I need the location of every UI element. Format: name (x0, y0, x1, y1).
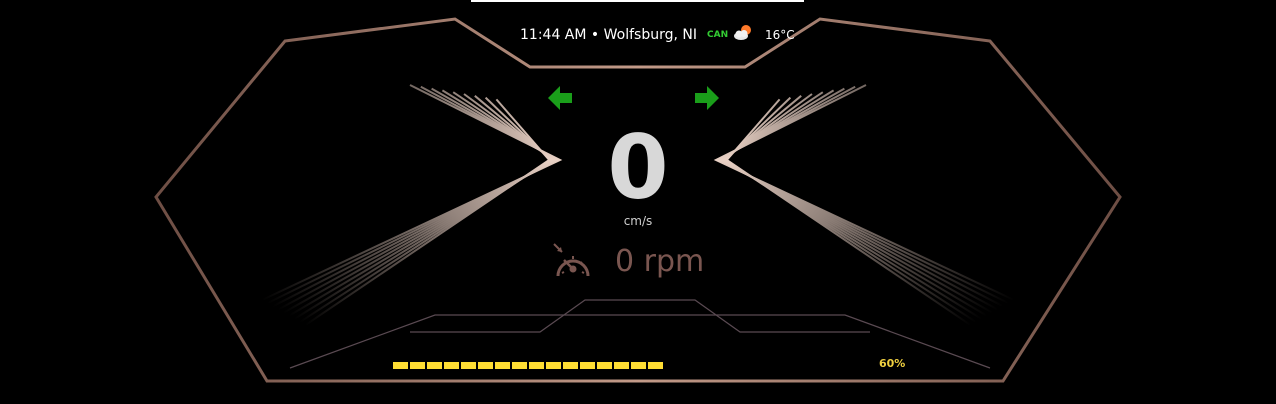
battery-segment (614, 362, 629, 369)
battery-segment (512, 362, 527, 369)
battery-segment (427, 362, 442, 369)
clock-time: 11:44 AM (520, 27, 587, 43)
battery-segment (631, 362, 646, 369)
battery-segment (563, 362, 578, 369)
location-text: Wolfsburg, NI (603, 27, 697, 43)
battery-segment (461, 362, 476, 369)
battery-segment (444, 362, 459, 369)
battery-segment (393, 362, 408, 369)
speed-value: 0 (607, 116, 669, 219)
battery-segment (410, 362, 425, 369)
separator-dot: • (590, 27, 600, 43)
battery-segment (546, 362, 561, 369)
battery-percentage: 60% (879, 357, 906, 370)
left-turn-arrow-icon (548, 86, 572, 110)
battery-segment (580, 362, 595, 369)
partly-cloudy-icon (734, 25, 751, 40)
clock-location: 11:44 AM • Wolfsburg, NI (520, 27, 697, 43)
temperature: 16°C (765, 28, 795, 42)
battery-segment (478, 362, 493, 369)
speedometer-icon (553, 243, 590, 277)
speed-unit: cm/s (623, 214, 653, 228)
rpm-value: 0 rpm (615, 244, 705, 279)
can-status: CAN (707, 30, 729, 40)
battery-segment (648, 362, 663, 369)
battery-segment (597, 362, 612, 369)
battery-segment (495, 362, 510, 369)
right-turn-arrow-icon (695, 86, 719, 110)
instrument-cluster: 11:44 AM • Wolfsburg, NI CAN 16°C 0 cm/s… (0, 0, 1276, 404)
status-bar: 11:44 AM • Wolfsburg, NI CAN 16°C (0, 25, 1276, 47)
battery-segment (529, 362, 544, 369)
